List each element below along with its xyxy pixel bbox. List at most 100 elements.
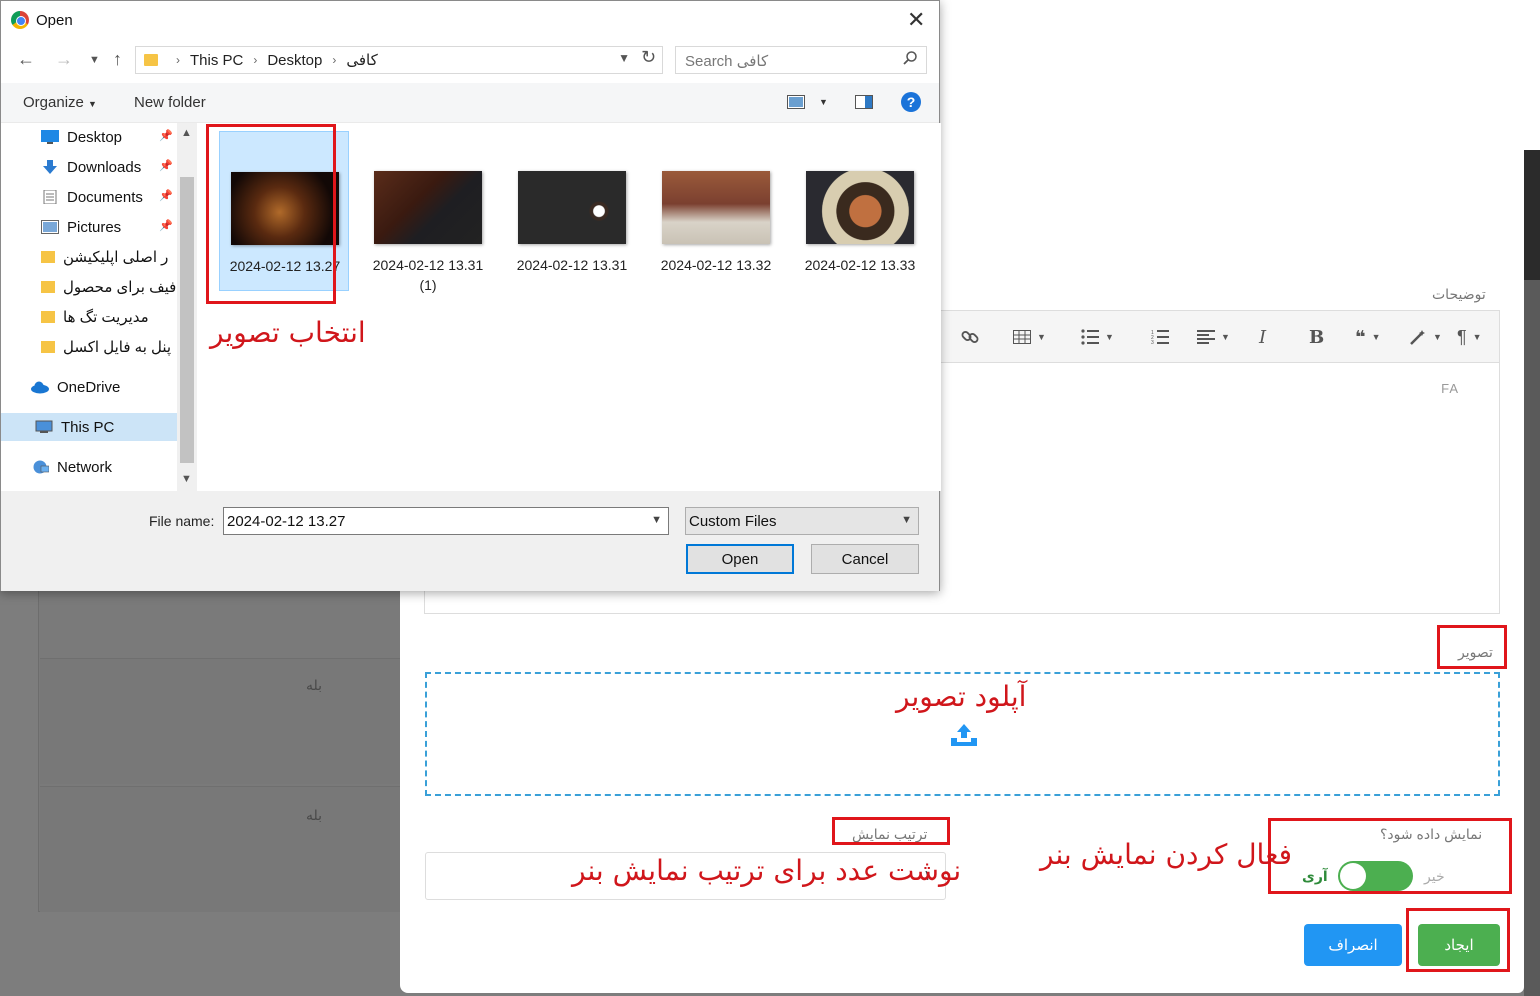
network-icon — [33, 460, 49, 474]
folder-icon — [41, 341, 55, 353]
annotation-box-selected-file — [206, 124, 336, 304]
folder-icon — [41, 311, 55, 323]
scroll-down-icon[interactable]: ▼ — [181, 473, 192, 485]
bold-icon[interactable]: B — [1309, 325, 1324, 349]
breadcrumb-separator-icon: › — [253, 53, 258, 67]
annotation-box-order-label — [832, 817, 950, 845]
background-cell: بله — [306, 677, 323, 693]
upload-icon — [951, 724, 977, 746]
pin-icon[interactable]: 📌 — [159, 129, 173, 142]
dialog-command-bar: Organize ▼ New folder ▼ ? — [1, 83, 939, 123]
sidebar-item-folder[interactable]: فیف برای محصول — [1, 273, 177, 301]
file-item[interactable]: 2024-02-12 13.32 — [651, 131, 781, 291]
sidebar-item-folder[interactable]: مدیریت تگ ها — [1, 303, 177, 331]
desktop-icon — [41, 130, 59, 144]
image-thumbnail — [806, 171, 914, 244]
organize-button[interactable]: Organize ▼ — [23, 94, 97, 111]
sidebar-item-label: OneDrive — [57, 378, 121, 396]
breadcrumb-desktop[interactable]: Desktop — [267, 52, 322, 69]
file-item[interactable]: 2024-02-12 13.31 (1) — [363, 131, 493, 293]
sidebar-scrollbar[interactable]: ▲ ▼ — [177, 123, 197, 491]
sidebar-item-label: This PC — [61, 418, 115, 436]
file-name-value: 2024-02-12 13.27 — [227, 513, 346, 530]
view-options-icon[interactable] — [787, 95, 805, 113]
organize-label: Organize — [23, 94, 84, 111]
navigation-pane: Desktop 📌 Downloads 📌 Documents 📌 Pictur… — [1, 123, 197, 491]
table-icon[interactable]: ▼ — [1013, 325, 1046, 349]
preview-pane-icon[interactable] — [855, 95, 873, 113]
sidebar-item-folder[interactable]: ر اصلی اپلیکیشن — [1, 243, 177, 271]
pictures-icon — [41, 220, 59, 234]
sidebar-item-folder[interactable]: پنل به فایل اکسل — [1, 333, 177, 361]
search-placeholder: Search کافی — [685, 53, 769, 70]
sidebar-item-label: مدیریت تگ ها — [63, 309, 149, 326]
chevron-down-icon[interactable]: ▼ — [651, 514, 662, 526]
help-icon[interactable]: ? — [901, 92, 921, 112]
address-dropdown-icon[interactable]: ▼ — [618, 51, 630, 65]
view-dropdown-icon[interactable]: ▼ — [819, 97, 828, 107]
background-scrollbar — [1524, 150, 1540, 280]
search-input[interactable]: Search کافی — [675, 46, 927, 74]
pin-icon[interactable]: 📌 — [159, 219, 173, 232]
cancel-button[interactable]: انصراف — [1304, 924, 1402, 966]
italic-icon[interactable]: I — [1259, 325, 1266, 349]
address-bar[interactable]: › This PC › Desktop › کافی ▼ — [135, 46, 663, 74]
editor-language-placeholder: FA — [1441, 381, 1459, 396]
annotation-box-image-label — [1437, 625, 1507, 669]
align-icon[interactable]: ▼ — [1197, 325, 1230, 349]
file-type-select[interactable]: Custom Files ▼ — [685, 507, 919, 535]
magic-icon[interactable]: ▼ — [1409, 325, 1442, 349]
onedrive-icon — [31, 381, 49, 394]
annotation-upload-image: آپلود تصویر — [896, 680, 1027, 713]
documents-icon — [43, 190, 57, 204]
breadcrumb-separator-icon: › — [176, 53, 180, 67]
annotation-select-image: انتخاب تصویر — [210, 316, 366, 349]
scrollbar-thumb[interactable] — [180, 177, 194, 463]
file-open-dialog: Open ✕ ← → ▼ ↑ › This PC › Desktop › کاف… — [0, 0, 941, 591]
dialog-title: Open — [36, 12, 73, 29]
paragraph-icon[interactable]: ¶ ▼ — [1457, 325, 1482, 349]
pin-icon[interactable]: 📌 — [159, 189, 173, 202]
annotation-order-hint: نوشت عدد برای ترتیب نمایش بنر — [572, 854, 962, 887]
file-name-input[interactable]: 2024-02-12 13.27 ▼ — [223, 507, 669, 535]
background-table-row: بله — [40, 786, 400, 912]
pin-icon[interactable]: 📌 — [159, 159, 173, 172]
sidebar-item-onedrive[interactable]: OneDrive — [1, 373, 177, 401]
open-button[interactable]: Open — [686, 544, 794, 574]
background-scrollbar-track — [1524, 280, 1540, 996]
sidebar-item-documents[interactable]: Documents 📌 — [1, 183, 177, 211]
annotation-activate-banner: فعال کردن نمایش بنر — [1040, 838, 1292, 871]
background-top-panel — [940, 0, 1540, 150]
dialog-cancel-button[interactable]: Cancel — [811, 544, 919, 574]
sidebar-item-desktop[interactable]: Desktop 📌 — [1, 123, 177, 151]
sidebar-item-label: Documents — [67, 188, 143, 206]
background-table-row: بله — [40, 658, 400, 784]
file-item[interactable]: 2024-02-12 13.33 — [795, 131, 925, 291]
dialog-navbar: ← → ▼ ↑ › This PC › Desktop › کافی ▼ ↻ S… — [1, 41, 939, 81]
annotation-box-create-button — [1406, 908, 1510, 972]
ordered-list-icon[interactable]: 123 — [1151, 325, 1169, 349]
background-cell: بله — [306, 807, 323, 823]
recent-locations-chevron-icon[interactable]: ▼ — [89, 54, 100, 66]
sidebar-item-network[interactable]: Network — [1, 453, 177, 481]
sidebar-item-pictures[interactable]: Pictures 📌 — [1, 213, 177, 241]
sidebar-item-label: Pictures — [67, 218, 122, 236]
sidebar-item-label: ر اصلی اپلیکیشن — [63, 249, 169, 266]
sidebar-item-downloads[interactable]: Downloads 📌 — [1, 153, 177, 181]
new-folder-button[interactable]: New folder — [134, 94, 206, 111]
refresh-icon[interactable]: ↻ — [641, 47, 656, 68]
link-icon[interactable] — [961, 325, 979, 349]
back-arrow-icon[interactable]: ← — [17, 49, 35, 70]
image-thumbnail — [374, 171, 482, 244]
breadcrumb-current-folder[interactable]: کافی — [346, 51, 377, 69]
sidebar-item-label: Network — [57, 458, 113, 476]
scroll-up-icon[interactable]: ▲ — [181, 127, 192, 139]
up-arrow-icon[interactable]: ↑ — [113, 49, 122, 70]
unordered-list-icon[interactable]: ▼ — [1081, 325, 1114, 349]
file-item[interactable]: 2024-02-12 13.31 — [507, 131, 637, 291]
close-icon[interactable]: ✕ — [907, 7, 925, 33]
breadcrumb-this-pc[interactable]: This PC — [190, 52, 243, 69]
forward-arrow-icon[interactable]: → — [55, 49, 73, 70]
sidebar-item-this-pc[interactable]: This PC — [1, 413, 177, 441]
quote-icon[interactable]: ❝ ▼ — [1355, 325, 1381, 349]
